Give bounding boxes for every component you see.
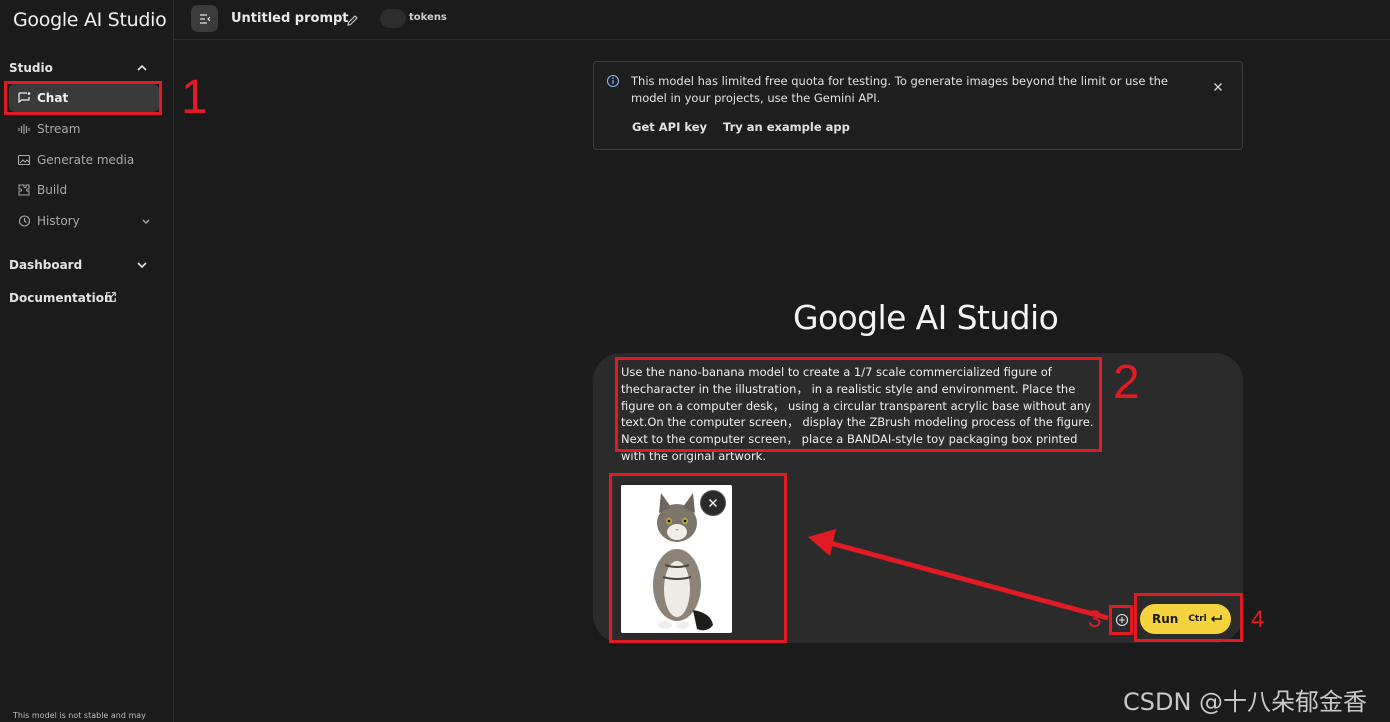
annotation-box-3 bbox=[1109, 605, 1133, 635]
model-stability-note: This model is not stable and may bbox=[13, 711, 146, 720]
annotation-box-2 bbox=[615, 357, 1102, 452]
prompt-title[interactable]: Untitled prompt bbox=[231, 11, 349, 26]
hero-title: Google AI Studio bbox=[793, 298, 1059, 337]
studio-label: Studio bbox=[9, 61, 53, 75]
banner-message: This model has limited free quota for te… bbox=[631, 74, 1168, 105]
tokens-label: tokens bbox=[409, 12, 447, 23]
annotation-box-1 bbox=[4, 81, 162, 115]
stream-icon bbox=[17, 122, 31, 136]
annotation-number-4: 4 bbox=[1251, 606, 1265, 633]
chevron-up-icon[interactable] bbox=[135, 61, 149, 75]
sidebar-item-history[interactable]: History bbox=[9, 207, 159, 235]
sidebar-item-stream[interactable]: Stream bbox=[9, 115, 159, 143]
info-icon bbox=[606, 73, 620, 88]
chevron-down-icon[interactable] bbox=[135, 258, 149, 272]
close-icon[interactable] bbox=[1211, 79, 1225, 93]
app-logo[interactable]: Google AI Studio bbox=[13, 9, 167, 31]
token-count-pill bbox=[380, 9, 406, 28]
sidebar-item-label: Build bbox=[37, 183, 68, 197]
studio-section-header[interactable]: Studio bbox=[9, 61, 53, 75]
history-icon bbox=[17, 214, 31, 228]
edit-pencil-icon[interactable] bbox=[346, 12, 359, 26]
chevron-down-icon[interactable] bbox=[139, 214, 153, 228]
annotation-number-1: 1 bbox=[181, 71, 208, 124]
annotation-number-2: 2 bbox=[1113, 356, 1140, 409]
sidebar-item-generate-media[interactable]: Generate media bbox=[9, 146, 159, 174]
collapse-sidebar-icon bbox=[199, 13, 210, 24]
annotation-number-3: 3 bbox=[1088, 606, 1102, 633]
sidebar-toggle-button[interactable] bbox=[191, 5, 218, 32]
documentation-link[interactable]: Documentation bbox=[9, 291, 113, 305]
get-api-key-link[interactable]: Get API key bbox=[632, 120, 707, 134]
quota-info-banner: This model has limited free quota for te… bbox=[593, 61, 1243, 150]
top-bar: Untitled prompt tokens bbox=[174, 0, 1390, 40]
sidebar-item-label: Generate media bbox=[37, 153, 135, 167]
build-icon bbox=[17, 183, 31, 197]
annotation-box-4 bbox=[1134, 593, 1243, 642]
dashboard-label: Dashboard bbox=[9, 258, 83, 272]
watermark: CSDN @十八朵郁金香 bbox=[1123, 688, 1368, 716]
sidebar-item-label: Stream bbox=[37, 122, 81, 136]
documentation-label: Documentation bbox=[9, 291, 113, 305]
annotation-box-image bbox=[609, 473, 787, 643]
try-example-app-link[interactable]: Try an example app bbox=[723, 120, 850, 134]
sidebar-item-build[interactable]: Build bbox=[9, 176, 159, 204]
media-icon bbox=[17, 153, 31, 167]
sidebar-item-label: History bbox=[37, 214, 80, 228]
dashboard-section-header[interactable]: Dashboard bbox=[9, 258, 82, 272]
external-link-icon bbox=[105, 291, 117, 303]
